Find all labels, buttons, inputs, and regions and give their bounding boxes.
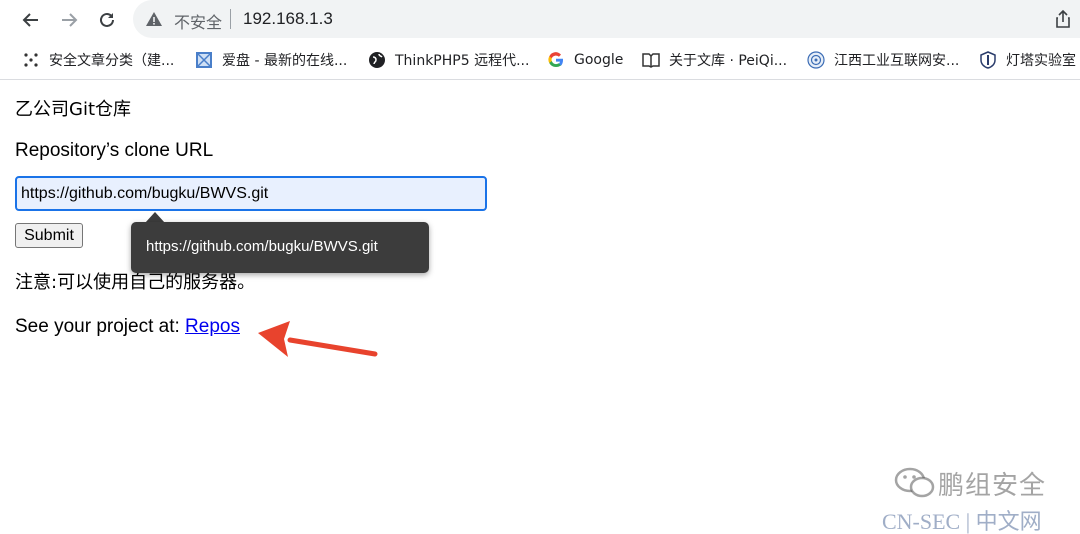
reload-icon bbox=[100, 12, 114, 27]
watermark-brand: 鹏组安全 bbox=[938, 471, 1047, 501]
clone-url-label: Repository’s clone URL bbox=[15, 140, 214, 161]
bookmark-item[interactable]: 灯塔实验室 bbox=[979, 50, 1076, 70]
google-icon bbox=[547, 51, 565, 69]
forward-button[interactable] bbox=[55, 6, 83, 34]
watermark-site: CN-SEC | 中文网 bbox=[882, 509, 1042, 534]
warning-triangle-icon[interactable] bbox=[145, 10, 163, 28]
bookmark-item[interactable]: Google bbox=[547, 50, 623, 70]
clone-url-input[interactable] bbox=[15, 176, 487, 211]
repos-link[interactable]: Repos bbox=[185, 316, 240, 337]
shield-icon bbox=[979, 51, 997, 69]
bookmark-item[interactable]: ThinkPHP5 远程代... bbox=[368, 50, 529, 70]
bookmark-item[interactable]: 安全文章分类（建... bbox=[22, 50, 174, 70]
bookmark-label: 安全文章分类（建... bbox=[49, 53, 175, 69]
bookmarks-bar: 安全文章分类（建... 爱盘 - 最新的在线... ThinkPHP5 远程代.… bbox=[0, 40, 1080, 80]
bookmark-label: 关于文库 · PeiQi... bbox=[669, 53, 788, 69]
share-icon[interactable] bbox=[1054, 9, 1072, 29]
bookmark-item[interactable]: 江西工业互联网安... bbox=[807, 50, 959, 70]
book-icon bbox=[642, 51, 660, 69]
bookmark-label: 江西工业互联网安... bbox=[834, 53, 960, 69]
autofill-tooltip: https://github.com/bugku/BWVS.git bbox=[131, 222, 429, 273]
bookmark-label: 爱盘 - 最新的在线... bbox=[222, 53, 348, 69]
globe-icon bbox=[368, 51, 386, 69]
address-bar[interactable]: 不安全 192.168.1.3 bbox=[133, 0, 1080, 38]
bookmark-label: Google bbox=[574, 52, 624, 68]
browser-toolbar: 不安全 192.168.1.3 bbox=[0, 0, 1080, 40]
seal-icon bbox=[807, 51, 825, 69]
bookmark-item[interactable]: 爱盘 - 最新的在线... bbox=[195, 50, 347, 70]
project-link-line: See your project at: Repos bbox=[15, 316, 240, 338]
project-link-prefix: See your project at: bbox=[15, 316, 186, 337]
back-button[interactable] bbox=[17, 6, 45, 34]
arrow-left-icon bbox=[22, 13, 38, 27]
page-title: 乙公司Git仓库 bbox=[15, 99, 132, 120]
security-status-label[interactable]: 不安全 bbox=[174, 9, 222, 33]
address-divider bbox=[230, 9, 231, 29]
bookmark-label: 灯塔实验室 bbox=[1006, 53, 1076, 69]
wechat-logo-icon bbox=[894, 467, 935, 498]
image-icon bbox=[195, 51, 213, 69]
arrow-right-icon bbox=[62, 13, 78, 27]
submit-button[interactable]: Submit bbox=[15, 223, 83, 248]
dots-grid-icon bbox=[22, 51, 40, 69]
reload-button[interactable] bbox=[93, 6, 121, 34]
annotation-arrow-icon bbox=[258, 321, 378, 357]
bookmark-label: ThinkPHP5 远程代... bbox=[395, 53, 530, 69]
bookmark-item[interactable]: 关于文库 · PeiQi... bbox=[642, 50, 787, 70]
address-text[interactable]: 192.168.1.3 bbox=[243, 9, 333, 29]
page-content: 乙公司Git仓库 Repository’s clone URL Submit 注… bbox=[0, 81, 1080, 534]
